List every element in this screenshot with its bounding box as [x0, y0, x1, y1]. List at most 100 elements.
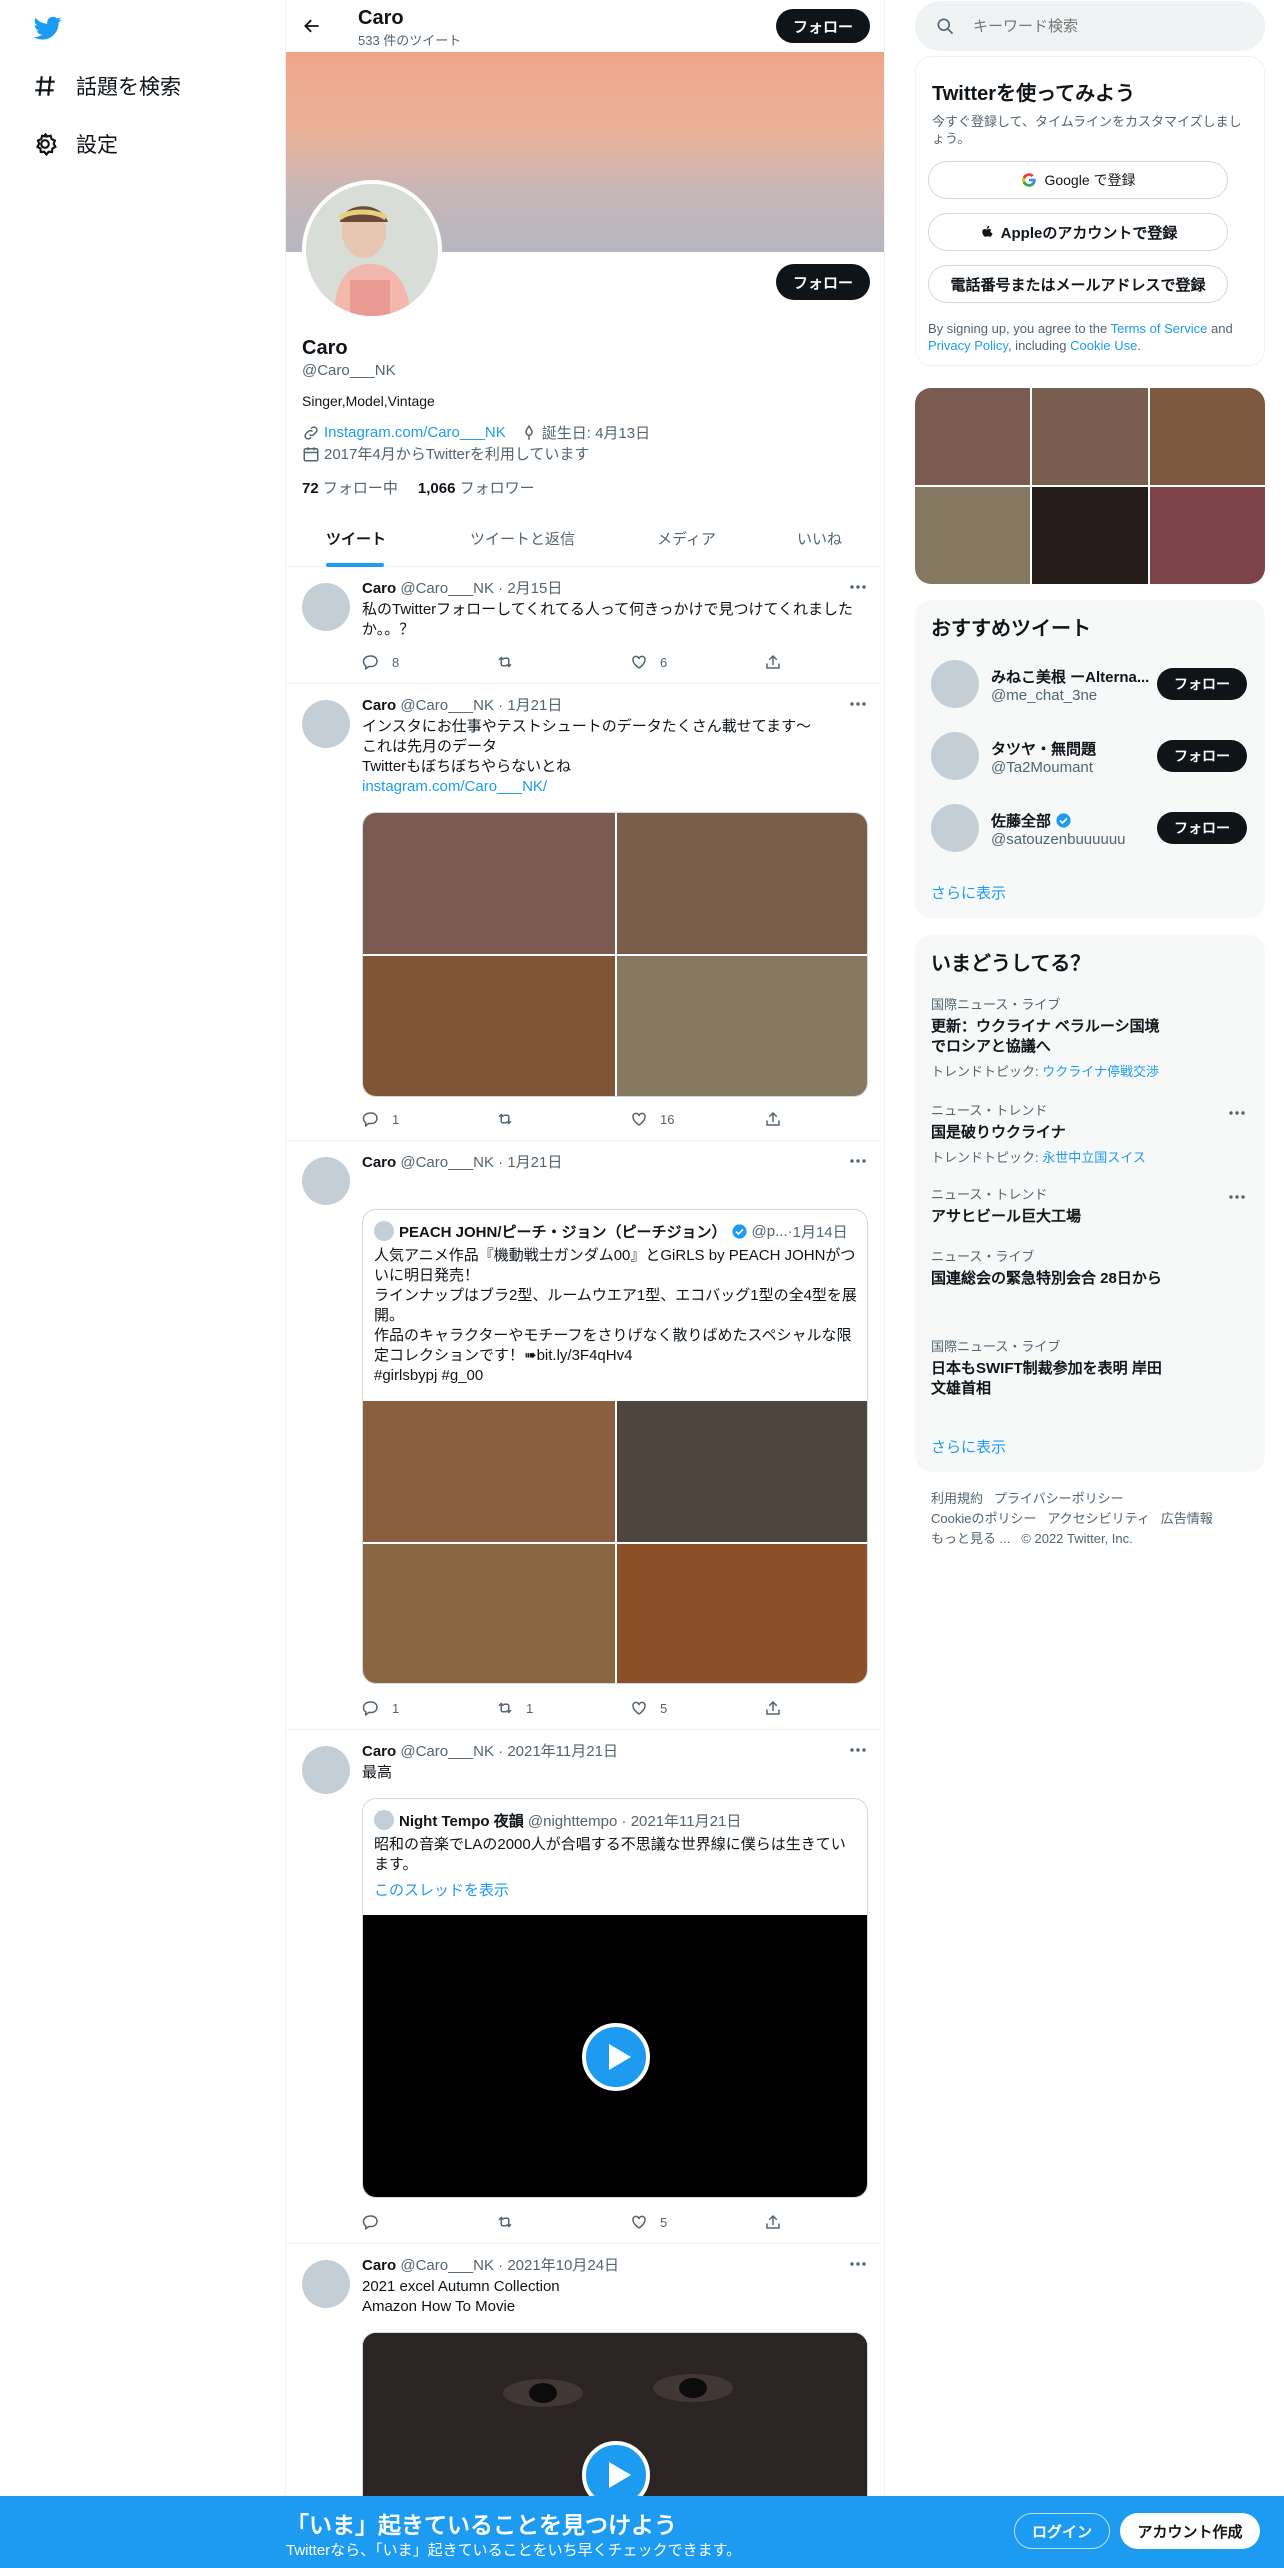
retweet-button[interactable]	[496, 1110, 526, 1128]
back-arrow-icon[interactable]	[302, 16, 322, 36]
more-icon[interactable]	[848, 2254, 868, 2274]
footer-more-link[interactable]: もっと見る ...	[931, 1531, 1010, 1546]
reply-button[interactable]: 8	[362, 653, 399, 671]
avatar[interactable]	[931, 732, 979, 780]
following-stat[interactable]: 72 フォロー中	[302, 477, 398, 498]
reply-button[interactable]: 1	[362, 1110, 399, 1128]
trend-topic-link[interactable]: ウクライナ停戦交渉	[1042, 1064, 1159, 1079]
follow-button[interactable]: フォロー	[1157, 812, 1247, 844]
tweet-date[interactable]: 2021年11月21日	[507, 1743, 618, 1760]
tweet-author-name[interactable]: Caro	[362, 1154, 396, 1171]
reply-button[interactable]	[362, 2213, 392, 2231]
share-button[interactable]	[764, 653, 794, 671]
create-account-button[interactable]: アカウント作成	[1120, 2513, 1260, 2549]
like-button[interactable]: 16	[630, 1110, 674, 1128]
more-icon[interactable]	[1227, 1103, 1247, 1123]
tweet-date[interactable]: 2021年10月24日	[507, 2257, 619, 2274]
media-image[interactable]	[363, 813, 615, 954]
profile-follow-button[interactable]: フォロー	[776, 264, 870, 300]
tweet-link[interactable]: instagram.com/Caro___NK/	[362, 777, 867, 797]
tweet[interactable]: Caro @Caro___NK · 2021年11月21日 最高 Night T…	[286, 1730, 884, 2244]
recommended-user[interactable]: タツヤ・無問題 @Ta2Moumant フォロー	[931, 728, 1251, 784]
phone-signup-button[interactable]: 電話番号またはメールアドレスで登録	[928, 265, 1228, 303]
terms-link[interactable]: Terms of Service	[1111, 321, 1208, 336]
avatar[interactable]	[302, 2260, 350, 2308]
footer-cookie-link[interactable]: Cookieのポリシー	[931, 1511, 1036, 1526]
play-icon[interactable]	[582, 2023, 650, 2091]
profile-link[interactable]: Instagram.com/Caro___NK	[324, 424, 506, 441]
cookie-link[interactable]: Cookie Use	[1070, 338, 1137, 353]
profile-avatar[interactable]	[302, 180, 442, 320]
tweet-handle[interactable]: @Caro___NK	[400, 697, 494, 714]
tweet-author-name[interactable]: Caro	[362, 580, 396, 597]
twitter-logo-icon[interactable]	[32, 14, 64, 42]
tweet-handle[interactable]: @Caro___NK	[400, 1743, 494, 1760]
tweet[interactable]: Caro @Caro___NK · 1月21日 PEACH JOHN/ピーチ・ジ…	[286, 1141, 884, 1730]
footer-privacy-link[interactable]: プライバシーポリシー	[994, 1491, 1124, 1506]
tweet-handle[interactable]: @Caro___NK	[400, 2257, 494, 2274]
reply-button[interactable]: 1	[362, 1699, 399, 1717]
avatar[interactable]	[302, 1746, 350, 1794]
more-icon[interactable]	[1227, 1187, 1247, 1207]
tweet-handle[interactable]: @Caro___NK	[400, 1154, 494, 1171]
footer-ads-link[interactable]: 広告情報	[1161, 1511, 1213, 1526]
followers-stat[interactable]: 1,066 フォロワー	[418, 477, 535, 498]
avatar[interactable]	[931, 804, 979, 852]
like-button[interactable]: 6	[630, 653, 667, 671]
recommended-user[interactable]: 佐藤全部 @satouzenbuuuuuu フォロー	[931, 800, 1251, 856]
like-button[interactable]: 5	[630, 2213, 667, 2231]
video-player[interactable]	[363, 1915, 867, 2197]
google-signup-button[interactable]: Google で登録	[928, 161, 1228, 199]
share-button[interactable]	[764, 2213, 794, 2231]
media-image[interactable]	[617, 1401, 867, 1542]
like-button[interactable]: 5	[630, 1699, 667, 1717]
trend-item[interactable]: 国際ニュース・ライブ 日本もSWIFT制裁参加を表明 岸田 文雄首相	[931, 1339, 1241, 1399]
media-thumbnail[interactable]	[1032, 487, 1148, 584]
footer-terms-link[interactable]: 利用規約	[931, 1491, 983, 1506]
more-icon[interactable]	[848, 577, 868, 597]
share-button[interactable]	[764, 1110, 794, 1128]
media-thumbnail[interactable]	[1150, 487, 1265, 584]
footer-accessibility-link[interactable]: アクセシビリティ	[1047, 1511, 1150, 1526]
apple-signup-button[interactable]: Appleのアカウントで登録	[928, 213, 1228, 251]
media-image[interactable]	[363, 1544, 615, 1683]
retweet-button[interactable]: 1	[496, 1699, 533, 1717]
media-thumbnail[interactable]	[1150, 388, 1265, 485]
tweet-author-name[interactable]: Caro	[362, 1743, 396, 1760]
quote-tweet[interactable]: PEACH JOHN/ピーチ・ジョン（ピーチジョン） @p... · 1月14日…	[362, 1209, 868, 1684]
media-thumbnail[interactable]	[1032, 388, 1148, 485]
share-button[interactable]	[764, 1699, 794, 1717]
tweet-media-grid[interactable]	[362, 812, 868, 1097]
more-icon[interactable]	[848, 1151, 868, 1171]
search-bar[interactable]	[915, 1, 1265, 51]
tweet[interactable]: Caro @Caro___NK · 1月21日 インスタにお仕事やテストシュート…	[286, 684, 884, 1141]
tab-media[interactable]: メディア	[657, 528, 716, 549]
avatar[interactable]	[302, 700, 350, 748]
media-thumbnail[interactable]	[915, 388, 1030, 485]
media-image[interactable]	[363, 1401, 615, 1542]
more-icon[interactable]	[848, 1740, 868, 1760]
trend-item[interactable]: 国際ニュース・ライブ 更新：ウクライナ ベラルーシ国境 でロシアと協議へ トレンド…	[931, 997, 1241, 1080]
tweet-author-name[interactable]: Caro	[362, 2257, 396, 2274]
nav-explore[interactable]: 話題を検索	[32, 66, 181, 106]
avatar[interactable]	[931, 660, 979, 708]
search-input[interactable]	[971, 11, 1241, 41]
tab-tweets-replies[interactable]: ツイートと返信	[470, 528, 575, 549]
retweet-button[interactable]	[496, 2213, 526, 2231]
tweet-date[interactable]: 1月21日	[507, 1154, 562, 1171]
avatar[interactable]	[302, 583, 350, 631]
trend-item[interactable]: ニュース・トレンド 国是破りウクライナ トレンドトピック: 永世中立国スイス	[931, 1103, 1241, 1166]
more-icon[interactable]	[848, 694, 868, 714]
tab-likes[interactable]: いいね	[797, 528, 842, 549]
tweet-date[interactable]: 1月21日	[507, 697, 562, 714]
show-more-link[interactable]: さらに表示	[931, 1436, 1006, 1457]
media-thumbnail[interactable]	[915, 487, 1030, 584]
avatar[interactable]	[302, 1157, 350, 1205]
media-image[interactable]	[363, 956, 615, 1096]
tweet-handle[interactable]: @Caro___NK	[400, 580, 494, 597]
media-image[interactable]	[617, 956, 867, 1096]
retweet-button[interactable]	[496, 653, 526, 671]
privacy-link[interactable]: Privacy Policy	[928, 338, 1008, 353]
recommended-user[interactable]: みねこ美根 ーAlterna... @me_chat_3ne フォロー	[931, 656, 1251, 712]
login-button[interactable]: ログイン	[1014, 2513, 1110, 2549]
